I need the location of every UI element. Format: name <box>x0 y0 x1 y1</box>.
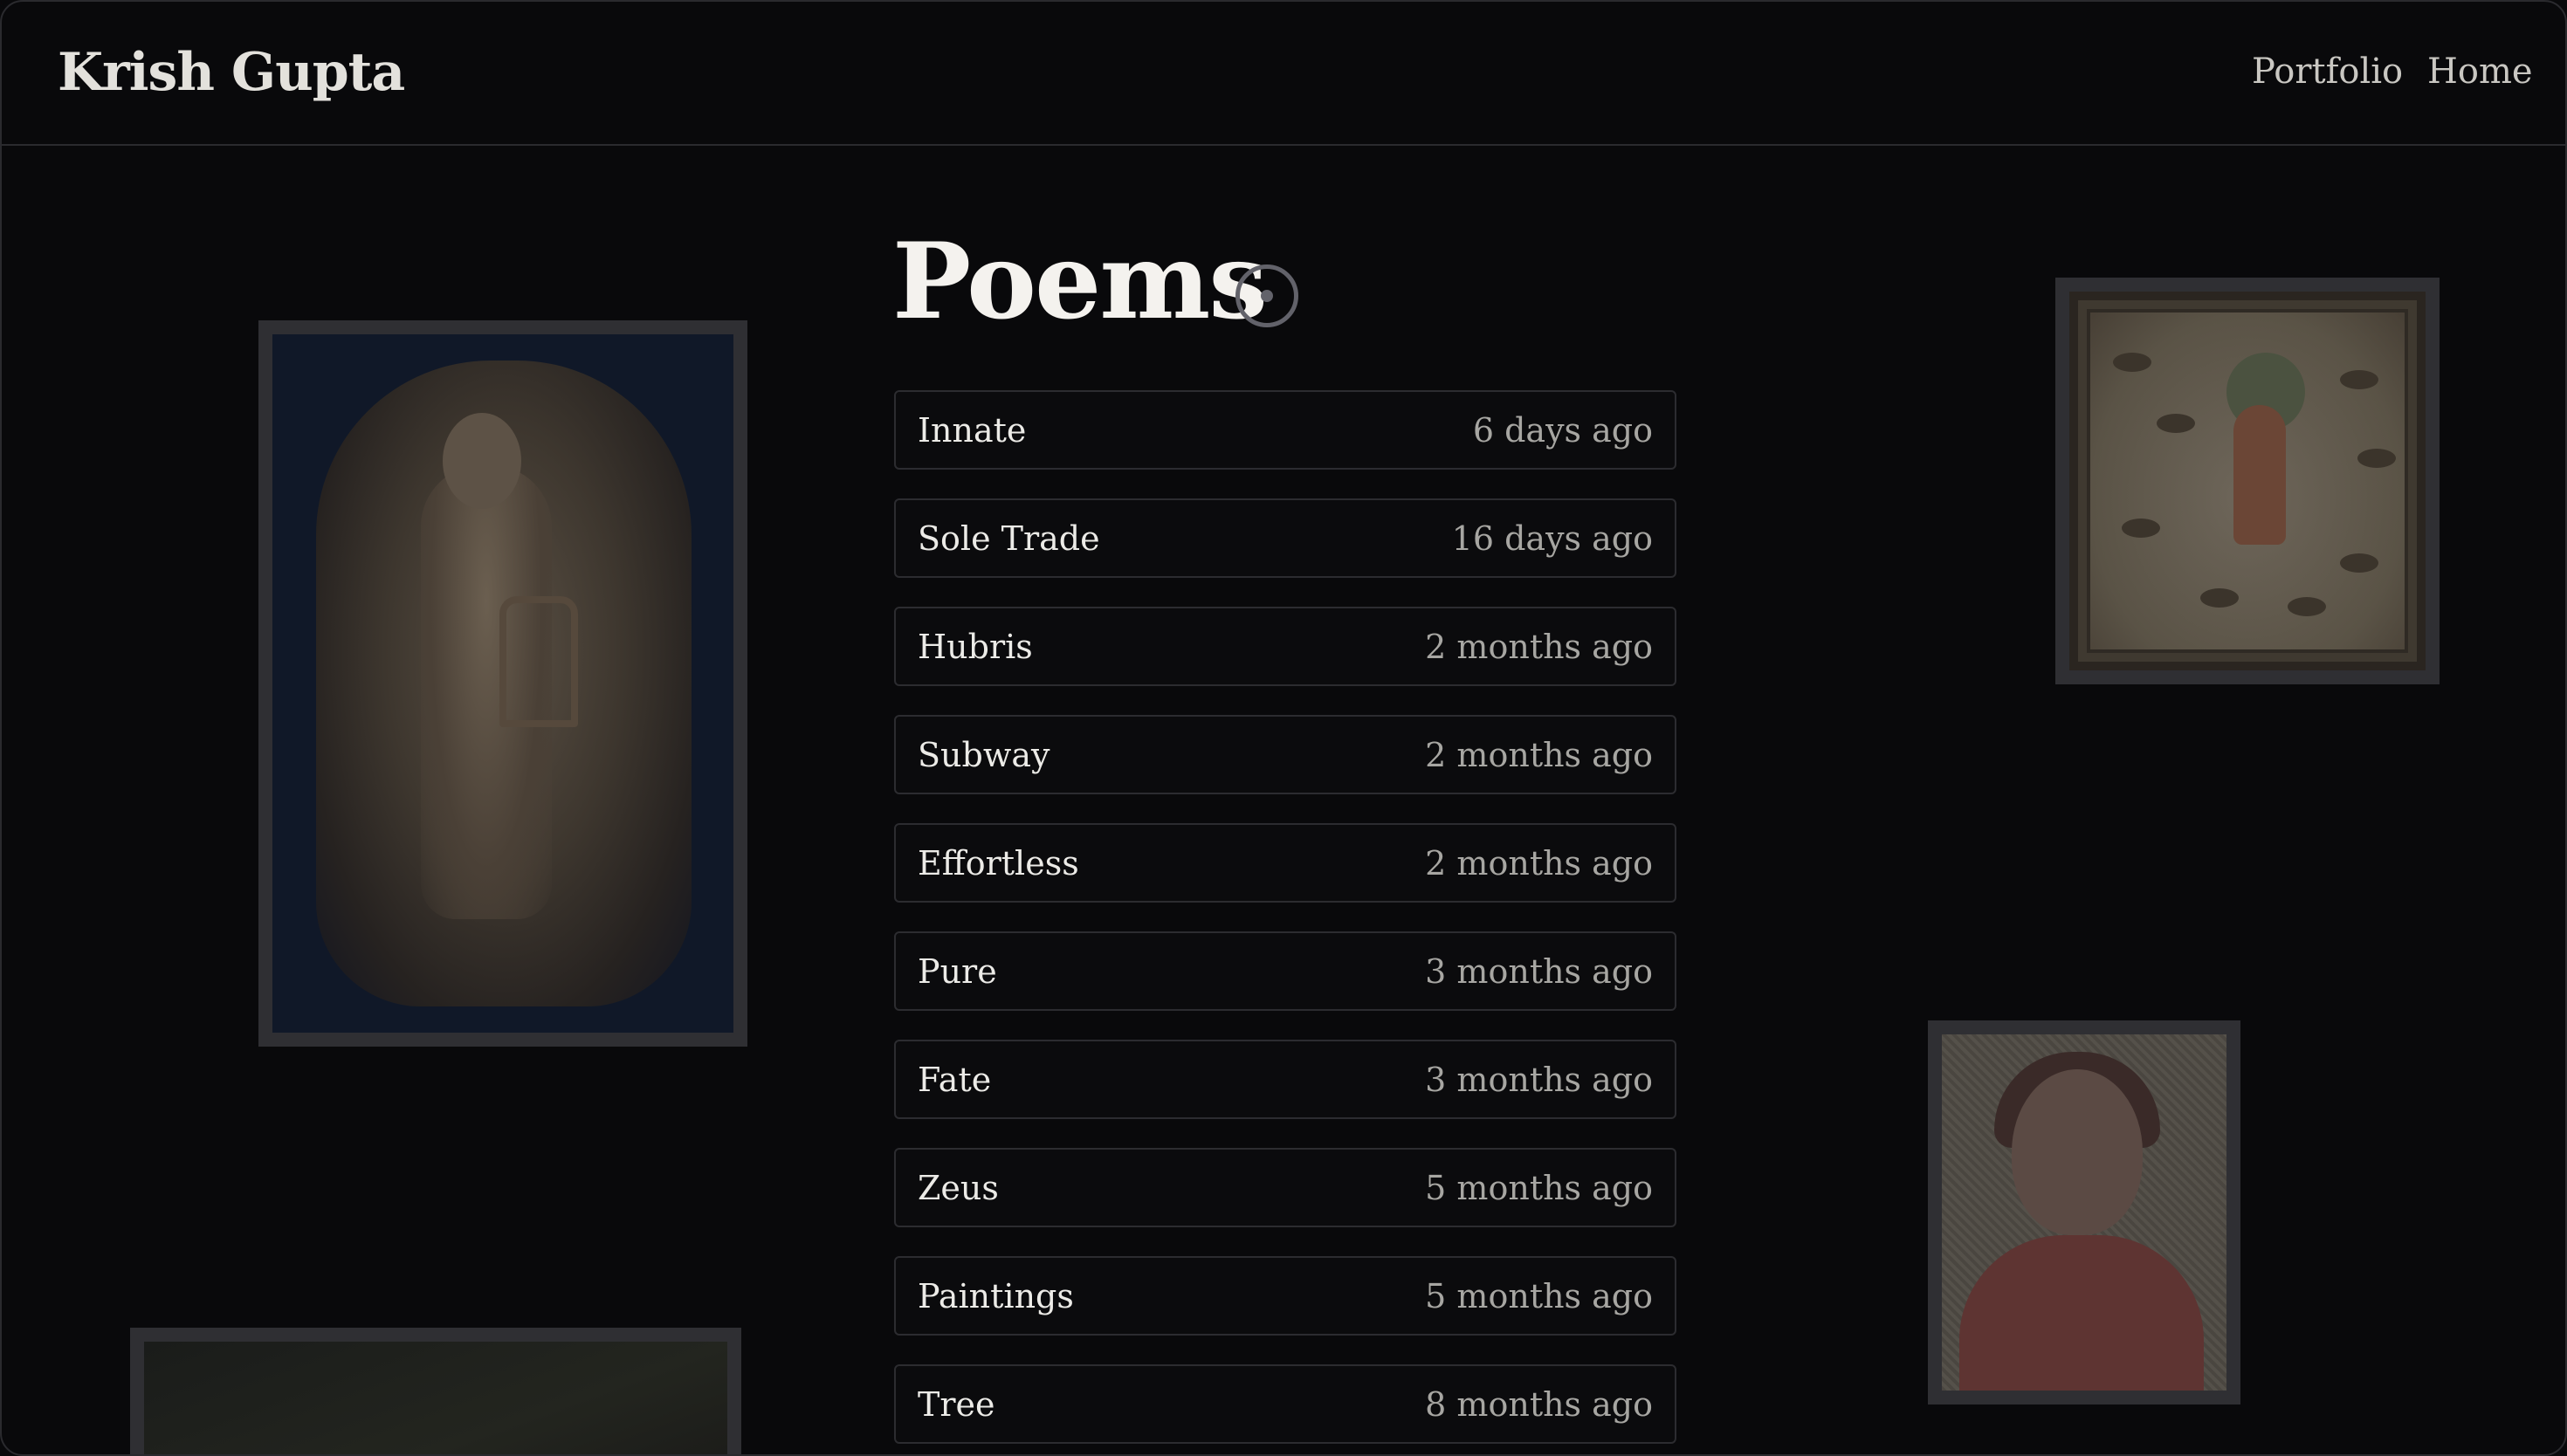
poem-row[interactable]: Subway 2 months ago <box>894 715 1676 794</box>
artwork-face-mosaic-image <box>1928 1020 2240 1404</box>
poem-date: 2 months ago <box>1425 627 1653 666</box>
page-frame: Krish Gupta Portfolio Home Poems Innate … <box>0 0 2567 1456</box>
poem-row[interactable]: Paintings 5 months ago <box>894 1256 1676 1336</box>
poem-date: 5 months ago <box>1425 1168 1653 1207</box>
poem-row[interactable]: Effortless 2 months ago <box>894 823 1676 903</box>
artwork-painting-image <box>130 1328 741 1454</box>
nav-link-home[interactable]: Home <box>2427 52 2533 92</box>
poem-title[interactable]: Sole Trade <box>918 519 1100 558</box>
poem-date: 2 months ago <box>1425 735 1653 774</box>
poem-date: 5 months ago <box>1425 1276 1653 1315</box>
poem-date: 3 months ago <box>1425 951 1653 991</box>
poem-title[interactable]: Hubris <box>918 628 1033 666</box>
nav-link-portfolio[interactable]: Portfolio <box>2252 52 2403 92</box>
page-title: Poems <box>892 220 1268 343</box>
poem-row[interactable]: Sole Trade 16 days ago <box>894 498 1676 578</box>
site-brand[interactable]: Krish Gupta <box>58 42 405 103</box>
poem-title[interactable]: Subway <box>918 736 1050 774</box>
poem-list: Innate 6 days ago Sole Trade 16 days ago… <box>894 390 1676 1454</box>
poem-row[interactable]: Pure 3 months ago <box>894 931 1676 1011</box>
poem-row[interactable]: Tree 8 months ago <box>894 1364 1676 1444</box>
artwork-mosaic-image <box>2055 278 2440 684</box>
poem-date: 2 months ago <box>1425 843 1653 883</box>
site-header: Krish Gupta Portfolio Home <box>2 2 2565 146</box>
circle-dot-icon[interactable] <box>1235 264 1298 327</box>
poem-title[interactable]: Zeus <box>918 1169 999 1207</box>
poem-title[interactable]: Innate <box>918 411 1026 450</box>
poem-title[interactable]: Effortless <box>918 844 1079 883</box>
poem-title[interactable]: Fate <box>918 1061 991 1099</box>
poem-date: 16 days ago <box>1451 519 1653 558</box>
poem-title[interactable]: Paintings <box>918 1277 1074 1315</box>
poem-row[interactable]: Zeus 5 months ago <box>894 1148 1676 1227</box>
poem-row[interactable]: Innate 6 days ago <box>894 390 1676 470</box>
poem-title[interactable]: Tree <box>918 1385 995 1424</box>
poem-date: 6 days ago <box>1472 410 1653 450</box>
poem-date: 8 months ago <box>1425 1384 1653 1424</box>
poem-date: 3 months ago <box>1425 1060 1653 1099</box>
poem-row[interactable]: Fate 3 months ago <box>894 1040 1676 1119</box>
poem-row[interactable]: Hubris 2 months ago <box>894 607 1676 686</box>
poem-title[interactable]: Pure <box>918 952 997 991</box>
artwork-statue-image <box>258 320 747 1047</box>
